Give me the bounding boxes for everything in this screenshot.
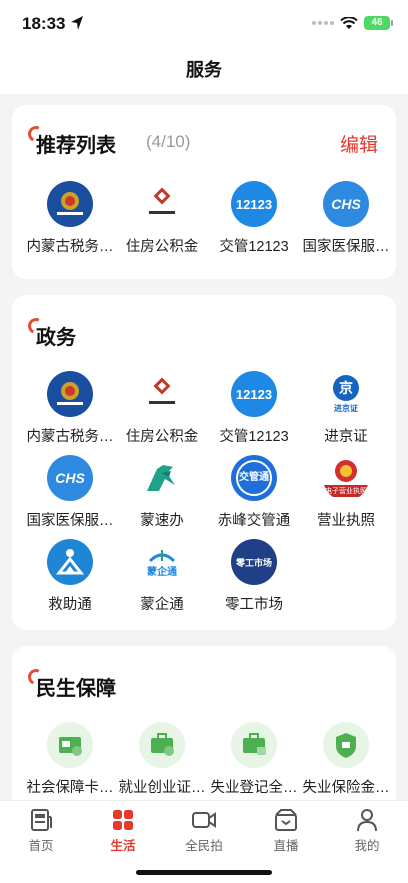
mengqitong-icon: 蒙企通 xyxy=(139,539,185,585)
housing-fund-icon xyxy=(139,371,185,417)
mengsuban-horse-icon xyxy=(139,455,185,501)
tab-label: 首页 xyxy=(28,839,54,853)
tax-bureau-icon xyxy=(47,371,93,417)
employment-certificate-icon xyxy=(139,722,185,768)
beijing-permit-icon: 京 进京证 xyxy=(323,371,369,417)
app-item-business-license[interactable]: 电子营业执照 营业执照 xyxy=(298,455,394,530)
app-item-tax[interactable]: 内蒙古税务… xyxy=(22,181,118,256)
app-label: 零工市场 xyxy=(225,597,283,613)
app-item-traffic[interactable]: 12123 交管12123 xyxy=(206,371,302,446)
tab-home[interactable]: 首页 xyxy=(0,807,82,854)
chs-medical-insurance-icon: CHS xyxy=(47,455,93,501)
status-time: 18:33 xyxy=(22,14,66,33)
app-item-housing[interactable]: 住房公积金 xyxy=(114,371,210,446)
app-label: 营业执照 xyxy=(317,513,375,529)
tab-bar: 首页 生活 全民拍 直播 我的 xyxy=(0,800,408,883)
app-label: 救助通 xyxy=(48,597,92,613)
battery-icon: 46 xyxy=(364,16,393,30)
app-item-mengsuban[interactable]: 蒙速办 xyxy=(114,455,210,530)
recommend-title: 推荐列表 xyxy=(25,123,116,158)
gov-title: 政务 xyxy=(25,315,76,350)
app-label: 住房公积金 xyxy=(125,239,199,255)
app-label: 交管12123 xyxy=(219,239,289,255)
app-label: 交管12123 xyxy=(219,429,289,445)
cellular-signal-icon xyxy=(312,21,334,25)
traffic-12123-icon: 12123 xyxy=(231,181,277,227)
app-label: 失业登记全… xyxy=(210,780,298,796)
app-item-traffic[interactable]: 12123 交管12123 xyxy=(206,181,302,256)
app-item-tax[interactable]: 内蒙古税务… xyxy=(22,371,118,446)
traffic-12123-icon: 12123 xyxy=(231,371,277,417)
app-item-beijing-permit[interactable]: 京 进京证 进京证 xyxy=(298,371,394,446)
app-item-rescue[interactable]: 救助通 xyxy=(22,539,118,614)
edit-button[interactable]: 编辑 xyxy=(340,130,378,157)
business-license-icon: 电子营业执照 xyxy=(323,455,369,501)
app-label: 国家医保服… xyxy=(26,513,114,529)
unemployment-registration-icon xyxy=(231,722,277,768)
home-indicator[interactable] xyxy=(136,870,272,875)
tab-label: 全民拍 xyxy=(185,839,223,853)
grid-icon xyxy=(113,810,133,830)
tab-label: 直播 xyxy=(273,839,299,853)
app-item-chs[interactable]: CHS 国家医保服… xyxy=(298,181,394,256)
app-item-chifeng-traffic[interactable]: 交管通 赤峰交管通 xyxy=(206,455,302,530)
app-item-mengqitong[interactable]: 蒙企通 蒙企通 xyxy=(114,539,210,614)
live-tv-icon xyxy=(275,809,297,831)
app-label: 蒙企通 xyxy=(140,597,184,613)
app-item-housing[interactable]: 住房公积金 xyxy=(114,181,210,256)
person-icon xyxy=(357,809,377,832)
wifi-icon xyxy=(340,16,358,29)
tab-live[interactable]: 直播 xyxy=(245,807,327,854)
chs-medical-insurance-icon: CHS xyxy=(323,181,369,227)
welfare-card: 民生保障 社会保障卡… 就业创业证… 失业登记全… 失业保险金… xyxy=(12,646,396,800)
recommend-card: 推荐列表 (4/10) 编辑 内蒙古税务… 住房公积金 12123 交管1212… xyxy=(12,105,396,279)
status-indicators: 46 xyxy=(312,16,393,30)
app-item-employment[interactable]: 就业创业证… xyxy=(114,722,210,797)
tab-label: 生活 xyxy=(110,839,136,853)
recommend-count: (4/10) xyxy=(146,132,191,151)
app-label: 失业保险金… xyxy=(302,780,390,796)
page-title: 服务 xyxy=(186,60,222,80)
app-item-gig-market[interactable]: 零工市场 零工市场 xyxy=(206,539,302,614)
app-label: 住房公积金 xyxy=(125,429,199,445)
unemployment-insurance-icon xyxy=(323,722,369,768)
service-content[interactable]: 推荐列表 (4/10) 编辑 内蒙古税务… 住房公积金 12123 交管1212… xyxy=(0,94,408,800)
rescue-icon xyxy=(47,539,93,585)
tab-mine[interactable]: 我的 xyxy=(326,807,408,854)
app-label: 进京证 xyxy=(324,429,368,445)
app-item-chs[interactable]: CHS 国家医保服… xyxy=(22,455,118,530)
gig-market-icon: 零工市场 xyxy=(231,539,277,585)
app-label: 蒙速办 xyxy=(140,513,184,529)
tab-snapshot[interactable]: 全民拍 xyxy=(163,807,245,854)
status-bar: 18:33 46 xyxy=(0,0,408,46)
app-item-unemployment-registration[interactable]: 失业登记全… xyxy=(206,722,302,797)
app-label: 社会保障卡… xyxy=(26,780,114,796)
tax-bureau-icon xyxy=(47,181,93,227)
tab-label: 我的 xyxy=(354,839,380,853)
gov-card: 政务 内蒙古税务… 住房公积金 12123 交管12123 京 进京证 进京证 … xyxy=(12,295,396,630)
welfare-title: 民生保障 xyxy=(25,666,116,701)
newspaper-icon xyxy=(31,809,52,831)
chifeng-traffic-icon: 交管通 xyxy=(231,455,277,501)
app-label: 赤峰交管通 xyxy=(217,513,291,529)
housing-fund-icon xyxy=(139,181,185,227)
app-item-unemployment-insurance[interactable]: 失业保险金… xyxy=(298,722,394,797)
tab-life[interactable]: 生活 xyxy=(82,807,164,854)
app-label: 内蒙古税务… xyxy=(26,429,114,445)
location-arrow-icon xyxy=(71,16,83,30)
app-label: 国家医保服… xyxy=(302,239,390,255)
app-label: 就业创业证… xyxy=(118,780,206,796)
app-label: 内蒙古税务… xyxy=(26,239,114,255)
video-camera-icon xyxy=(192,812,216,828)
nav-bar: 服务 xyxy=(0,46,408,94)
app-item-social-security[interactable]: 社会保障卡… xyxy=(22,722,118,797)
social-security-card-icon xyxy=(47,722,93,768)
